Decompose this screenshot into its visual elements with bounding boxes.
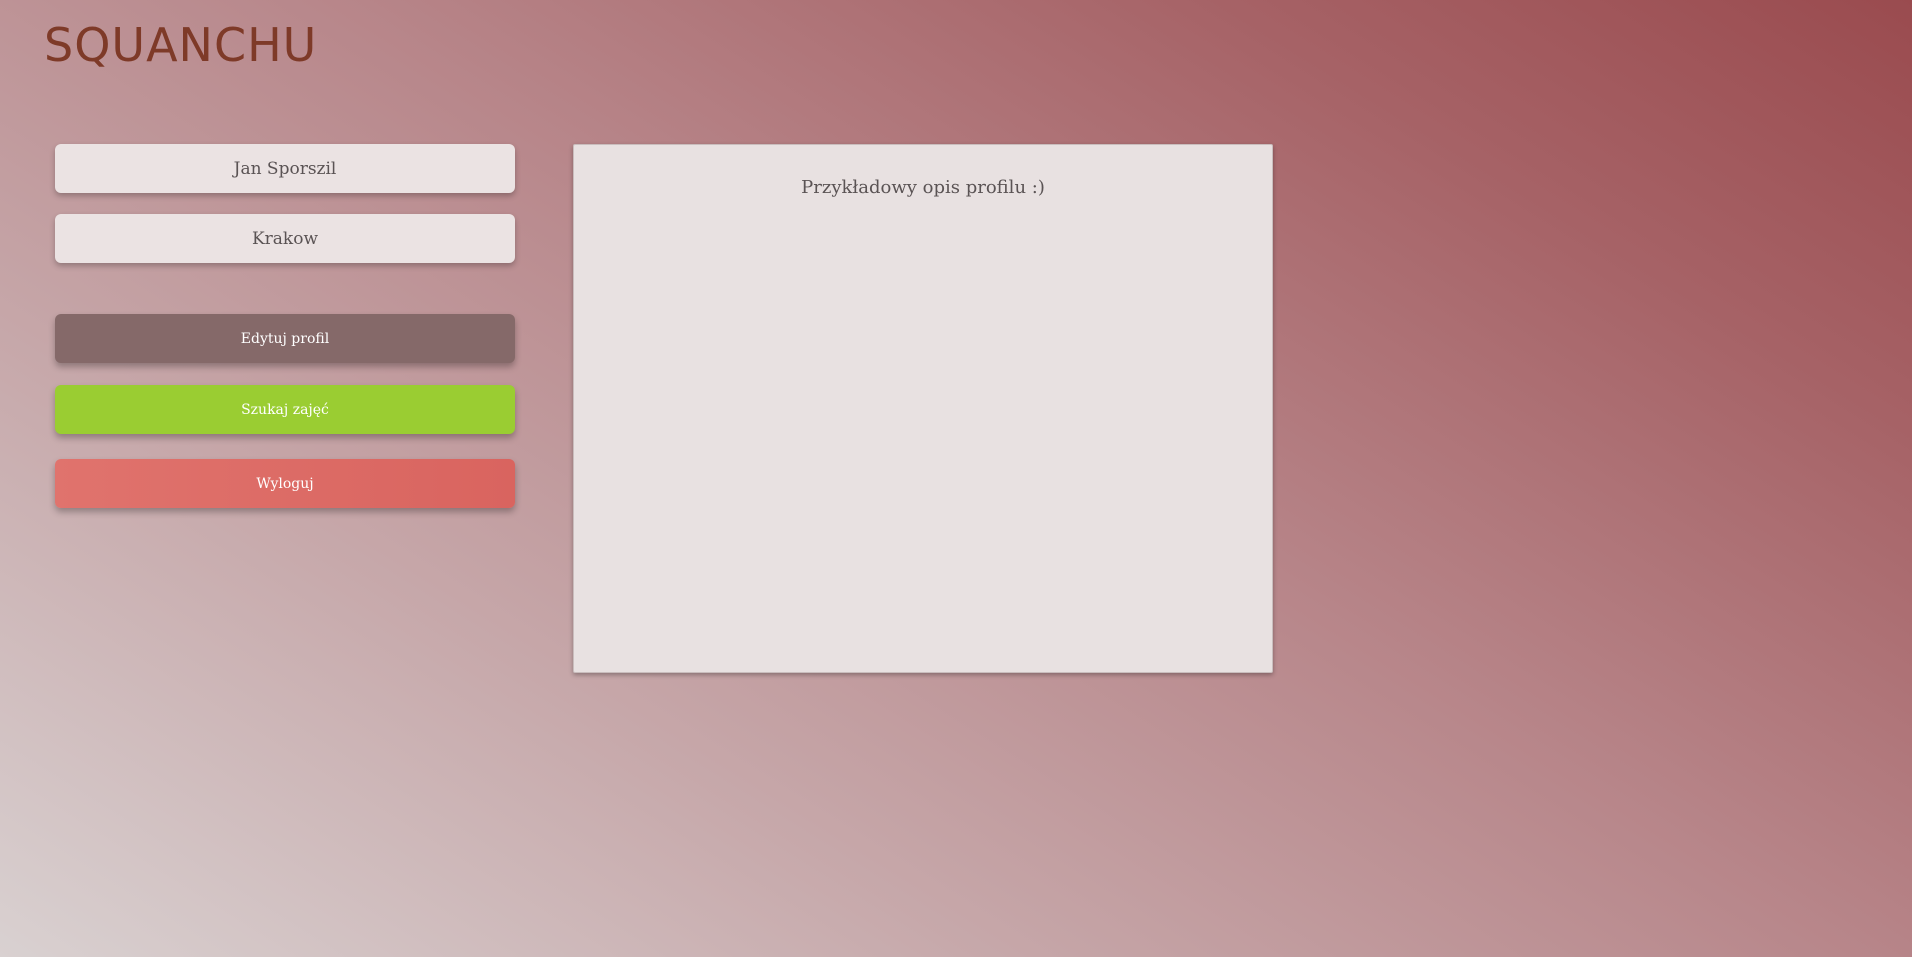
profile-description-panel: Przykładowy opis profilu :) xyxy=(573,144,1273,673)
edit-profile-button[interactable]: Edytuj profil xyxy=(55,314,515,363)
search-classes-button[interactable]: Szukaj zajęć xyxy=(55,385,515,434)
app-logo: SQUANCHU xyxy=(44,18,318,72)
profile-description-text: Przykładowy opis profilu :) xyxy=(801,177,1045,198)
logout-button[interactable]: Wyloguj xyxy=(55,459,515,508)
profile-name-field: Jan Sporszil xyxy=(55,144,515,193)
profile-city-field: Krakow xyxy=(55,214,515,263)
